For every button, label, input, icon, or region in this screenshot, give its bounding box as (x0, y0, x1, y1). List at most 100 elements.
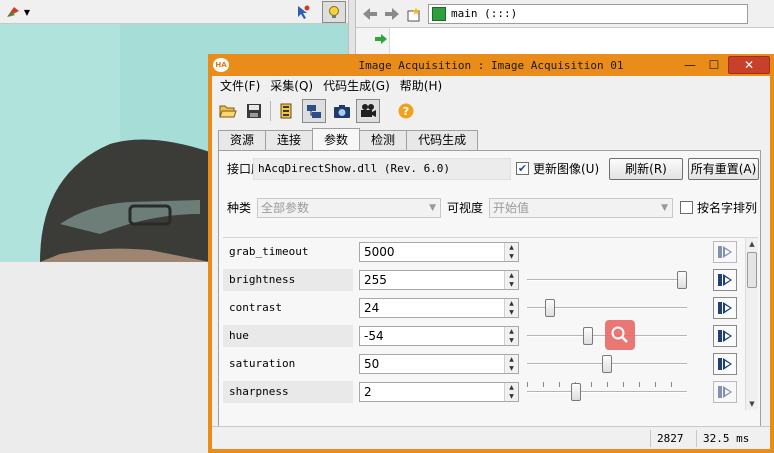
procedure-name: main (:::) (451, 7, 518, 20)
lightbulb-icon[interactable] (322, 1, 346, 23)
parameter-row-brightness: brightness 255 ▲ ▼ (223, 266, 745, 294)
slider-thumb[interactable] (545, 299, 555, 317)
chevron-down-icon[interactable]: ▼ (22, 4, 32, 20)
spin-arrows-icon[interactable]: ▲ ▼ (504, 355, 518, 373)
menu-bar: 文件(F) 采集(Q) 代码生成(G) 帮助(H) (212, 76, 770, 96)
save-icon[interactable] (242, 99, 266, 123)
minimize-button[interactable]: — (678, 56, 702, 74)
slider-ticks (527, 382, 687, 387)
parameter-value-input[interactable]: 5000 ▲ ▼ (359, 242, 519, 262)
detect-devices-icon[interactable] (274, 99, 298, 123)
apply-arrow-icon (718, 386, 732, 398)
spin-arrows-icon[interactable]: ▲ ▼ (504, 271, 518, 289)
parameter-value-input[interactable]: 24 ▲ ▼ (359, 298, 519, 318)
category-select[interactable]: 全部参数 ▼ (257, 198, 441, 218)
reset-all-button[interactable]: 所有重置(A) (688, 158, 759, 180)
snap-camera-icon[interactable] (330, 99, 354, 123)
visibility-label: 可视度 (447, 201, 484, 215)
parameter-slider[interactable] (527, 354, 687, 374)
apply-arrow-icon (718, 330, 732, 342)
sort-by-name-label[interactable]: 按名字排列 (697, 198, 757, 218)
apply-parameter-button[interactable] (713, 297, 737, 319)
halcon-app-icon: HA (213, 58, 229, 72)
apply-arrow-icon (718, 358, 732, 370)
parameter-value-input[interactable]: 50 ▲ ▼ (359, 354, 519, 374)
category-label: 种类 (227, 201, 252, 215)
spin-arrows-icon[interactable]: ▲ ▼ (504, 243, 518, 261)
parameter-value: 24 (364, 301, 380, 315)
parameter-name: brightness (223, 269, 353, 291)
sort-by-name-checkbox[interactable] (680, 201, 693, 214)
procedure-select[interactable]: main (:::) (428, 4, 748, 24)
parameter-value: 5000 (364, 245, 395, 259)
new-procedure-icon[interactable] (404, 4, 424, 24)
slider-thumb[interactable] (570, 383, 581, 401)
zoom-magnifier-icon[interactable] (605, 320, 635, 350)
spin-arrows-icon[interactable]: ▲ ▼ (504, 383, 518, 401)
tab-connection[interactable]: 连接 (265, 130, 314, 150)
program-counter-icon (374, 32, 388, 46)
parameter-slider[interactable] (527, 382, 687, 402)
color-palette-icon[interactable] (2, 2, 24, 22)
parameter-value-input[interactable]: -54 ▲ ▼ (359, 326, 519, 346)
update-image-label[interactable]: 更新图像(U) (533, 159, 599, 179)
parameter-value: 50 (364, 357, 380, 371)
menu-file[interactable]: 文件(F) (218, 76, 268, 96)
parameter-value-input[interactable]: 2 ▲ ▼ (359, 382, 519, 402)
dialog-titlebar[interactable]: Image Acquisition : Image Acquisition 01… (208, 54, 774, 76)
maximize-button[interactable]: ☐ (702, 56, 726, 74)
parameter-row-sharpness: sharpness 2 ▲ ▼ (223, 378, 745, 406)
parameter-name: hue (223, 325, 353, 347)
spin-arrows-icon[interactable]: ▲ ▼ (504, 327, 518, 345)
pointer-tool-icon[interactable] (292, 2, 314, 22)
slider-thumb[interactable] (677, 271, 687, 289)
update-image-checkbox[interactable]: ✔ (516, 162, 529, 175)
apply-parameter-button[interactable] (713, 269, 737, 291)
scroll-up-icon[interactable]: ▲ (746, 238, 758, 250)
tab-inspect[interactable]: 检测 (359, 130, 408, 150)
parameter-scrollbar[interactable]: ▲ ▼ (745, 238, 758, 410)
parameters-panel: 接口库 hAcqDirectShow.dll (Rev. 6.0) ✔ 更新图像… (218, 150, 761, 440)
tab-code-generation[interactable]: 代码生成 (406, 130, 479, 150)
svg-text:?: ? (403, 105, 409, 118)
forward-arrow-icon[interactable] (382, 4, 402, 24)
parameter-name: saturation (223, 353, 353, 375)
parameter-value: 2 (364, 385, 372, 399)
menu-help[interactable]: 帮助(H) (398, 76, 450, 96)
menu-code-generation[interactable]: 代码生成(G) (321, 76, 398, 96)
close-button[interactable]: ✕ (728, 56, 770, 74)
apply-arrow-icon (718, 246, 732, 258)
slider-thumb[interactable] (582, 327, 593, 345)
parameter-slider[interactable] (527, 298, 687, 318)
menu-acquire[interactable]: 采集(Q) (268, 76, 321, 96)
tab-resources[interactable]: 资源 (218, 130, 267, 150)
open-folder-icon[interactable] (216, 99, 240, 123)
help-icon[interactable]: ? (394, 99, 418, 123)
parameter-row-contrast: contrast 24 ▲ ▼ (223, 294, 745, 322)
refresh-button[interactable]: 刷新(R) (609, 158, 683, 180)
live-video-icon[interactable] (356, 99, 380, 123)
parameter-value-input[interactable]: 255 ▲ ▼ (359, 270, 519, 290)
scrollbar-thumb[interactable] (747, 252, 757, 288)
image-acquisition-dialog: Image Acquisition : Image Acquisition 01… (208, 54, 774, 453)
slider-track (527, 391, 687, 393)
connect-icon[interactable] (302, 99, 326, 123)
frame-count: 2827 (650, 430, 692, 447)
slider-thumb[interactable] (602, 355, 612, 373)
procedure-icon (432, 7, 446, 21)
apply-parameter-button[interactable] (713, 241, 737, 263)
scroll-down-icon[interactable]: ▼ (746, 398, 758, 410)
visibility-select[interactable]: 开始值 ▼ (489, 198, 673, 218)
back-arrow-icon[interactable] (360, 4, 380, 24)
apply-parameter-button[interactable] (713, 381, 737, 403)
parameter-name: sharpness (223, 381, 353, 403)
apply-parameter-button[interactable] (713, 353, 737, 375)
spin-arrows-icon[interactable]: ▲ ▼ (504, 299, 518, 317)
chevron-down-icon: ▼ (661, 203, 668, 213)
slider-track (527, 279, 687, 281)
apply-parameter-button[interactable] (713, 325, 737, 347)
parameter-slider[interactable] (527, 270, 687, 290)
tab-parameters[interactable]: 参数 (312, 128, 361, 150)
category-value: 全部参数 (261, 201, 310, 215)
visibility-value: 开始值 (493, 201, 530, 215)
